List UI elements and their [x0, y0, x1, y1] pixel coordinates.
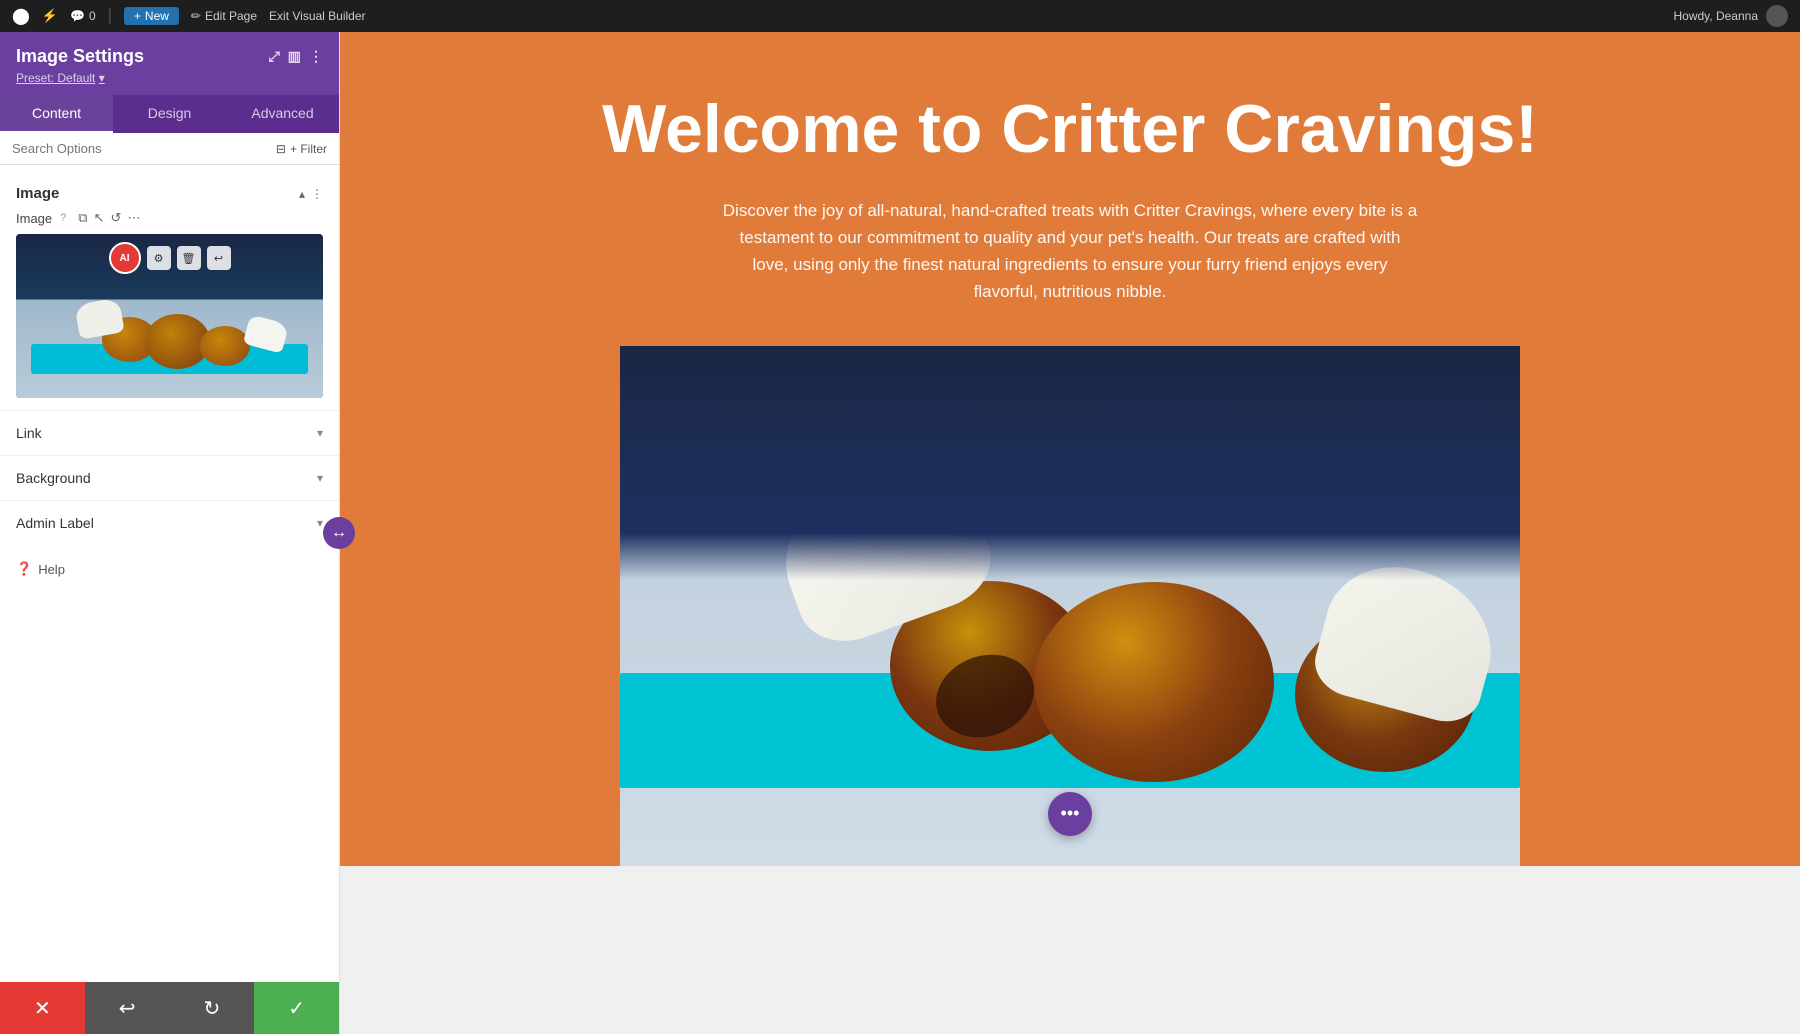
admin-label-chevron-icon: ▾ [317, 516, 323, 530]
plus-icon: + [134, 9, 141, 23]
background-section: Background ▾ [0, 455, 339, 500]
activity-icon: ⚡ [42, 8, 58, 24]
sidebar-search-bar: ⊟ + Filter [0, 133, 339, 165]
image-section-header[interactable]: Image ▴ ⋮ [0, 177, 339, 210]
resize-handle[interactable]: ↔ [323, 517, 355, 549]
hero-section: Welcome to Critter Cravings! Discover th… [340, 32, 1800, 346]
image-field-label: Image [16, 211, 52, 226]
admin-label-section-title: Admin Label [16, 515, 94, 531]
comment-count[interactable]: 💬 0 [70, 9, 96, 23]
image-reset-icon[interactable]: ↺ [110, 210, 121, 226]
redo-button[interactable]: ↻ [170, 982, 255, 1034]
link-chevron-icon: ▾ [317, 426, 323, 440]
image-copy-icon[interactable]: ⧉ [78, 210, 87, 226]
hero-title: Welcome to Critter Cravings! [380, 92, 1760, 167]
link-section-title: Link [16, 425, 42, 441]
hero-subtitle: Discover the joy of all-natural, hand-cr… [720, 197, 1420, 306]
image-block: ••• [620, 346, 1520, 866]
image-more-icon[interactable]: ⋯ [127, 210, 140, 226]
help-icon: ❓ [16, 561, 32, 577]
preset-label[interactable]: Preset: Default ▾ [16, 71, 323, 85]
sidebar-bottom-toolbar: ✕ ↩ ↻ ✓ [0, 982, 339, 1034]
image-section-content: Image ? ⧉ ↖ ↺ ⋯ [0, 210, 339, 410]
link-section: Link ▾ [0, 410, 339, 455]
image-section-title: Image [16, 185, 59, 202]
image-label-row: Image ? ⧉ ↖ ↺ ⋯ [16, 210, 323, 226]
expand-icon[interactable]: ⤢ [269, 48, 280, 65]
canvas-lower-section [340, 866, 1800, 1034]
floating-action-button[interactable]: ••• [1048, 792, 1092, 836]
wordpress-logo-icon: ⬤ [12, 6, 30, 26]
top-bar: ⬤ ⚡ 💬 0 | + New ✏ Edit Page Exit Visual … [0, 0, 1800, 32]
filter-icon: ⊟ [276, 142, 286, 156]
tab-advanced[interactable]: Advanced [226, 95, 339, 133]
user-avatar[interactable] [1766, 5, 1788, 27]
collapse-icon[interactable]: ▴ [299, 187, 305, 201]
main-layout: Image Settings ⤢ ▥ ⋮ Preset: Default ▾ C… [0, 32, 1800, 1034]
ai-button[interactable]: AI [109, 242, 141, 274]
cancel-button[interactable]: ✕ [0, 982, 85, 1034]
background-chevron-icon: ▾ [317, 471, 323, 485]
image-settings-tool[interactable]: ⚙ [147, 246, 171, 270]
new-button[interactable]: + New [124, 7, 179, 25]
sidebar-content: Image ▴ ⋮ Image ? ⧉ ↖ ↺ ⋯ [0, 165, 339, 982]
comment-icon: 💬 [70, 9, 85, 23]
image-overlay-toolbar: AI ⚙ 🗑 ↩ [109, 242, 231, 274]
admin-label-section: Admin Label ▾ [0, 500, 339, 545]
link-section-header[interactable]: Link ▾ [0, 411, 339, 455]
pencil-icon: ✏ [191, 9, 201, 23]
top-bar-right: Howdy, Deanna [1674, 5, 1789, 27]
image-cursor-icon[interactable]: ↖ [94, 210, 105, 226]
sidebar: Image Settings ⤢ ▥ ⋮ Preset: Default ▾ C… [0, 32, 340, 1034]
background-section-header[interactable]: Background ▾ [0, 456, 339, 500]
tab-design[interactable]: Design [113, 95, 226, 133]
help-link[interactable]: ❓ Help [0, 545, 339, 593]
image-delete-tool[interactable]: 🗑 [177, 246, 201, 270]
background-section-title: Background [16, 470, 91, 486]
exit-visual-builder-button[interactable]: Exit Visual Builder [269, 9, 366, 23]
sidebar-title-text: Image Settings [16, 46, 144, 67]
section-more-icon[interactable]: ⋮ [311, 187, 323, 201]
save-button[interactable]: ✓ [254, 982, 339, 1034]
more-options-icon[interactable]: ⋮ [309, 48, 323, 65]
image-preview[interactable]: AI ⚙ 🗑 ↩ [16, 234, 323, 398]
tab-content[interactable]: Content [0, 95, 113, 133]
canvas-area: Welcome to Critter Cravings! Discover th… [340, 32, 1800, 1034]
sidebar-header: Image Settings ⤢ ▥ ⋮ Preset: Default ▾ [0, 32, 339, 95]
admin-label-section-header[interactable]: Admin Label ▾ [0, 501, 339, 545]
image-block-inner [620, 346, 1520, 866]
undo-button[interactable]: ↩ [85, 982, 170, 1034]
search-input[interactable] [12, 141, 268, 156]
image-help-icon[interactable]: ? [60, 212, 66, 224]
edit-page-button[interactable]: ✏ Edit Page [191, 9, 257, 23]
columns-icon[interactable]: ▥ [288, 48, 301, 65]
filter-button[interactable]: ⊟ + Filter [276, 142, 327, 156]
separator: | [108, 7, 112, 25]
image-undo-tool[interactable]: ↩ [207, 246, 231, 270]
fab-dots-icon: ••• [1061, 803, 1080, 824]
sidebar-tabs: Content Design Advanced [0, 95, 339, 133]
